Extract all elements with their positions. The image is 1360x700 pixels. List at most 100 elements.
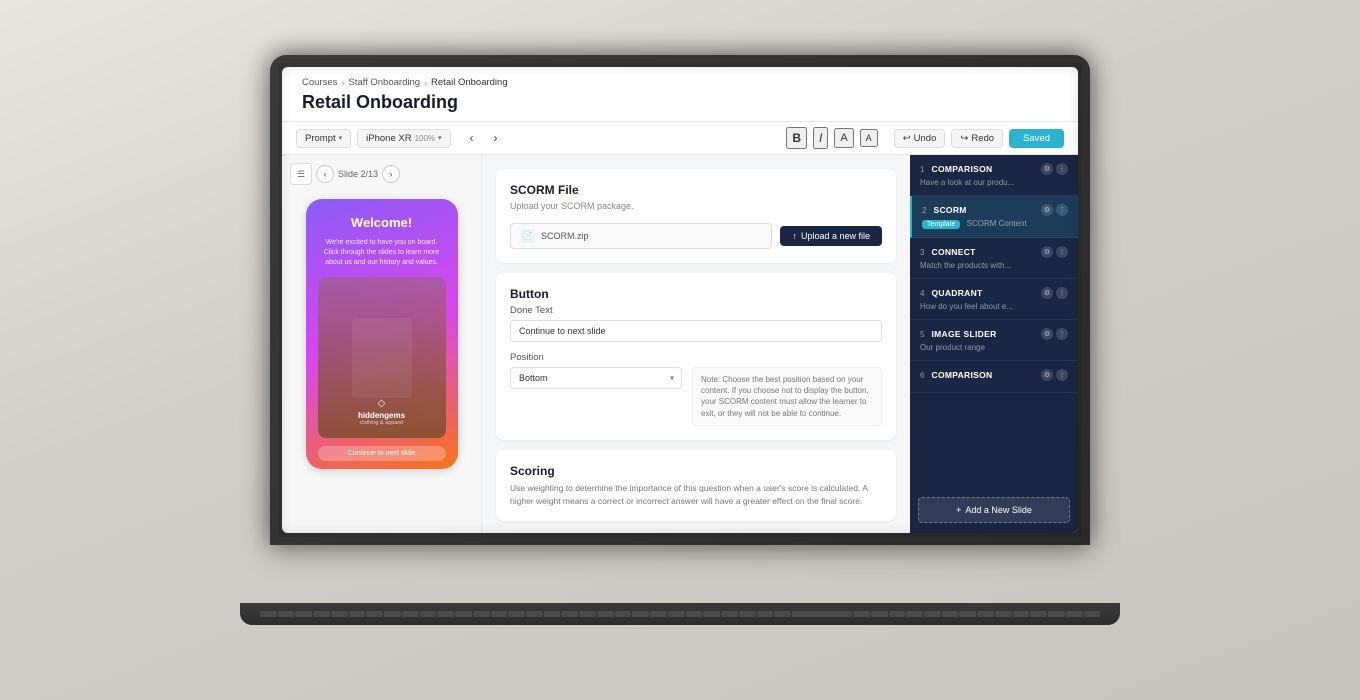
file-name: SCORM.zip: [541, 231, 589, 241]
redo-label: Redo: [971, 133, 994, 144]
position-select-wrap: Bottom Top None ▾: [510, 367, 682, 389]
undo-button[interactable]: ↩ Undo: [894, 129, 946, 148]
device-chevron-icon: ▾: [438, 134, 442, 142]
scorm-card: SCORM File Upload your SCORM package. 📄 …: [496, 169, 896, 263]
slide-list-item-1[interactable]: 1 COMPARISON ⚙ ⋮ Have a look at our prod…: [910, 155, 1078, 196]
add-slide-button[interactable]: + Add a New Slide: [918, 497, 1070, 523]
position-select[interactable]: Bottom Top None: [510, 367, 682, 389]
italic-button[interactable]: I: [813, 127, 828, 149]
slide-item-5-icon-settings[interactable]: ⚙: [1041, 328, 1053, 340]
slide-item-6-icons: ⚙ ⋮: [1041, 369, 1068, 381]
font-size-button[interactable]: A: [834, 128, 853, 148]
slide-item-4-icon-more[interactable]: ⋮: [1056, 287, 1068, 299]
bold-button[interactable]: B: [786, 127, 807, 149]
slide-logo-name: hiddengems: [358, 411, 405, 420]
breadcrumb-sep-1: ›: [341, 78, 344, 88]
slide-welcome-text: Welcome!: [351, 215, 412, 230]
slide-item-6-num: 6: [920, 371, 924, 380]
font-small-button[interactable]: A: [860, 129, 878, 147]
add-slide-label: Add a New Slide: [965, 505, 1032, 515]
slide-item-2-desc: Template SCORM Content: [922, 219, 1068, 229]
position-row: Bottom Top None ▾ Note: Choose the best …: [510, 367, 882, 426]
done-text-input[interactable]: [510, 320, 882, 342]
laptop-lid: Courses › Staff Onboarding › Retail Onbo…: [270, 55, 1090, 545]
laptop-screen: Courses › Staff Onboarding › Retail Onbo…: [282, 67, 1078, 533]
slide-item-5-num: 5: [920, 330, 924, 339]
device-label: iPhone XR: [366, 133, 411, 144]
nav-prev-button[interactable]: ‹: [461, 127, 483, 149]
slide-menu-button[interactable]: ☰: [290, 163, 312, 185]
scorm-card-title: SCORM File: [510, 183, 882, 197]
slide-prev-button[interactable]: ‹: [316, 165, 334, 183]
slide-item-6-type: COMPARISON: [932, 370, 993, 380]
slide-logo-tagline: clothing & apparel: [358, 420, 405, 426]
redo-button[interactable]: ↪ Redo: [951, 129, 1003, 148]
slide-item-5-info: 5 IMAGE SLIDER: [920, 328, 997, 340]
slide-list-item-4[interactable]: 4 QUADRANT ⚙ ⋮ How do you feel about e..…: [910, 279, 1078, 320]
laptop: Courses › Staff Onboarding › Retail Onbo…: [270, 55, 1090, 625]
slide-item-5-desc: Our product range: [920, 343, 1068, 352]
app-ui: Courses › Staff Onboarding › Retail Onbo…: [282, 67, 1078, 533]
device-zoom: 100%: [415, 134, 435, 143]
slide-item-3-icon-more[interactable]: ⋮: [1056, 246, 1068, 258]
button-card: Button Done Text Position Bottom Top: [496, 273, 896, 440]
slide-item-2-icon-settings[interactable]: ⚙: [1041, 204, 1053, 216]
slide-item-2-icons: ⚙ ⋮: [1041, 204, 1068, 216]
slide-next-button[interactable]: ›: [382, 165, 400, 183]
slide-item-4-icons: ⚙ ⋮: [1041, 287, 1068, 299]
upload-label: Upload a new file: [801, 231, 870, 241]
slide-item-2-badge: Template: [922, 220, 960, 229]
breadcrumb-courses[interactable]: Courses: [302, 77, 337, 88]
slide-item-6-header: 6 COMPARISON ⚙ ⋮: [920, 369, 1068, 381]
slide-item-3-icons: ⚙ ⋮: [1041, 246, 1068, 258]
add-icon: +: [956, 505, 961, 515]
laptop-keyboard: [240, 603, 1120, 625]
device-button[interactable]: iPhone XR 100% ▾: [357, 129, 450, 148]
scoring-description: Use weighting to determine the importanc…: [510, 482, 882, 508]
slide-item-1-icon-settings[interactable]: ⚙: [1041, 163, 1053, 175]
file-display: 📄 SCORM.zip: [510, 223, 772, 249]
prompt-button[interactable]: Prompt ▾: [296, 129, 351, 148]
undo-icon: ↩: [903, 133, 911, 144]
slide-item-1-icons: ⚙ ⋮: [1041, 163, 1068, 175]
toolbar-actions: ↩ Undo ↪ Redo Saved: [894, 129, 1064, 148]
page-title: Retail Onboarding: [302, 92, 1058, 113]
slide-item-1-info: 1 COMPARISON: [920, 163, 992, 175]
slide-item-6-icon-settings[interactable]: ⚙: [1041, 369, 1053, 381]
slide-item-2-num: 2: [922, 206, 926, 215]
slide-item-1-num: 1: [920, 165, 924, 174]
main-content: ☰ ‹ Slide 2/13 › Welcome! We're: [282, 155, 1078, 533]
menu-icon: ☰: [297, 169, 305, 180]
slide-item-4-info: 4 QUADRANT: [920, 287, 983, 299]
slide-item-6-icon-more[interactable]: ⋮: [1056, 369, 1068, 381]
slide-list-item-5[interactable]: 5 IMAGE SLIDER ⚙ ⋮ Our product range: [910, 320, 1078, 361]
nav-next-button[interactable]: ›: [485, 127, 507, 149]
slide-cta-button[interactable]: Continue to next slide: [318, 446, 446, 461]
scoring-card: Scoring Use weighting to determine the i…: [496, 450, 896, 522]
saved-button[interactable]: Saved: [1009, 129, 1064, 148]
slide-item-6-info: 6 COMPARISON: [920, 369, 992, 381]
slide-item-4-header: 4 QUADRANT ⚙ ⋮: [920, 287, 1068, 299]
slide-item-1-icon-more[interactable]: ⋮: [1056, 163, 1068, 175]
slide-list-item-2[interactable]: 2 SCORM ⚙ ⋮ Template: [910, 196, 1078, 238]
slide-item-3-info: 3 CONNECT: [920, 246, 976, 258]
slide-item-1-desc: Have a look at our produ...: [920, 178, 1068, 187]
upload-button[interactable]: ↑ Upload a new file: [780, 226, 882, 246]
app-header: Courses › Staff Onboarding › Retail Onbo…: [282, 67, 1078, 122]
slide-item-5-icon-more[interactable]: ⋮: [1056, 328, 1068, 340]
breadcrumb-staff[interactable]: Staff Onboarding: [348, 77, 420, 88]
slide-list-item-3[interactable]: 3 CONNECT ⚙ ⋮ Match the products with...: [910, 238, 1078, 279]
slide-item-2-icon-more[interactable]: ⋮: [1056, 204, 1068, 216]
slide-item-3-type: CONNECT: [932, 247, 976, 257]
slide-item-2-header: 2 SCORM ⚙ ⋮: [922, 204, 1068, 216]
file-upload-row: 📄 SCORM.zip ↑ Upload a new file: [510, 223, 882, 249]
slide-list-item-6[interactable]: 6 COMPARISON ⚙ ⋮: [910, 361, 1078, 393]
slide-image-area: ◇ hiddengems clothing & apparel: [318, 277, 446, 438]
breadcrumb-current: Retail Onboarding: [431, 77, 508, 88]
slide-item-3-icon-settings[interactable]: ⚙: [1041, 246, 1053, 258]
slide-item-1-type: COMPARISON: [932, 164, 993, 174]
slide-item-4-desc: How do you feel about e...: [920, 302, 1068, 311]
slide-item-4-icon-settings[interactable]: ⚙: [1041, 287, 1053, 299]
slide-body-text: We're excited to have you on board. Clic…: [318, 238, 446, 267]
scorm-card-subtitle: Upload your SCORM package.: [510, 201, 882, 211]
